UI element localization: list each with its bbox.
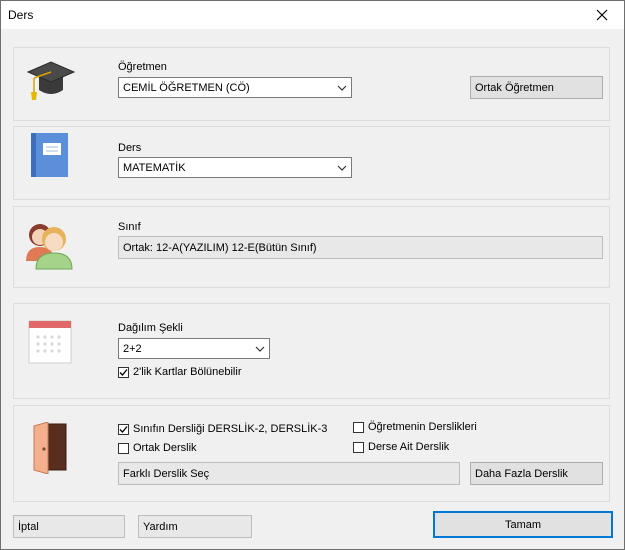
book-icon [30, 133, 70, 180]
divisible-checkbox[interactable]: 2'lik Kartlar Bölünebilir [118, 365, 241, 379]
course-rooms-checkbox[interactable]: Derse Ait Derslik [353, 440, 449, 454]
distribution-label: Dağılım Şekli [118, 322, 183, 334]
teacher-rooms-checkbox-label: Öğretmenin Derslikleri [368, 421, 477, 433]
teacher-rooms-checkbox[interactable]: Öğretmenin Derslikleri [353, 420, 477, 434]
course-select[interactable]: MATEMATİK [118, 157, 352, 178]
distribution-panel: Dağılım Şekli 2+2 2'lik Kartlar Bölünebi… [13, 303, 610, 399]
ok-button-label: Tamam [504, 519, 542, 531]
ok-button[interactable]: Tamam [433, 511, 613, 538]
checkmark-icon [119, 425, 128, 433]
checkbox-box [118, 366, 129, 378]
checkmark-icon [119, 368, 128, 376]
chevron-down-icon [337, 85, 347, 91]
more-rooms-button-label: Daha Fazla Derslik [475, 468, 568, 480]
class-label: Sınıf [118, 221, 141, 233]
teacher-panel: Öğretmen CEMİL ÖĞRETMEN (CÖ) Ortak Öğret… [13, 47, 610, 121]
co-teacher-button[interactable]: Ortak Öğretmen [470, 76, 603, 99]
select-other-room-button[interactable]: Farklı Derslik Seç [118, 462, 460, 485]
distribution-select[interactable]: 2+2 [118, 338, 270, 359]
course-panel: Ders MATEMATİK [13, 126, 610, 200]
course-rooms-checkbox-label: Derse Ait Derslik [368, 441, 450, 453]
cancel-button-label: İptal [18, 521, 39, 533]
class-panel: Sınıf Ortak: 12-A(YAZILIM) 12-E(Bütün Sı… [13, 206, 610, 288]
cancel-button[interactable]: İptal [13, 515, 125, 538]
window-title: Ders [8, 8, 34, 22]
door-icon [32, 421, 68, 477]
class-rooms-checkbox-label: Sınıfın Dersliği DERSLİK-2, DERSLİK-3 [133, 423, 328, 435]
close-icon [596, 9, 608, 21]
course-select-value: MATEMATİK [123, 162, 186, 174]
shared-room-checkbox[interactable]: Ortak Derslik [118, 441, 197, 455]
teacher-select-value: CEMİL ÖĞRETMEN (CÖ) [123, 82, 250, 94]
teacher-select[interactable]: CEMİL ÖĞRETMEN (CÖ) [118, 77, 352, 98]
teacher-label: Öğretmen [118, 61, 167, 73]
checkbox-box [353, 421, 364, 433]
close-button[interactable] [580, 1, 624, 29]
checkbox-box [118, 442, 129, 454]
class-rooms-checkbox[interactable]: Sınıfın Dersliği DERSLİK-2, DERSLİK-3 [118, 422, 327, 436]
graduation-cap-icon [26, 56, 76, 105]
class-field-value: Ortak: 12-A(YAZILIM) 12-E(Bütün Sınıf) [123, 242, 317, 254]
classroom-panel: Sınıfın Dersliği DERSLİK-2, DERSLİK-3 Öğ… [13, 405, 610, 502]
checkbox-box [118, 423, 129, 435]
distribution-select-value: 2+2 [123, 343, 142, 355]
calendar-icon [28, 320, 72, 367]
course-label: Ders [118, 142, 142, 154]
select-other-room-button-label: Farklı Derslik Seç [123, 468, 210, 480]
shared-room-checkbox-label: Ortak Derslik [133, 442, 197, 454]
more-rooms-button[interactable]: Daha Fazla Derslik [470, 462, 603, 485]
chevron-down-icon [255, 346, 265, 352]
students-icon [24, 217, 76, 274]
title-bar: Ders [1, 1, 624, 29]
co-teacher-button-label: Ortak Öğretmen [475, 82, 554, 94]
checkbox-box [353, 441, 364, 453]
help-button[interactable]: Yardım [138, 515, 252, 538]
divisible-checkbox-label: 2'lik Kartlar Bölünebilir [133, 366, 242, 378]
chevron-down-icon [337, 165, 347, 171]
help-button-label: Yardım [143, 521, 178, 533]
class-field[interactable]: Ortak: 12-A(YAZILIM) 12-E(Bütün Sınıf) [118, 236, 603, 259]
ders-dialog: Ders Öğretmen CEMİL ÖĞRETMEN (CÖ) Ortak … [0, 0, 625, 550]
